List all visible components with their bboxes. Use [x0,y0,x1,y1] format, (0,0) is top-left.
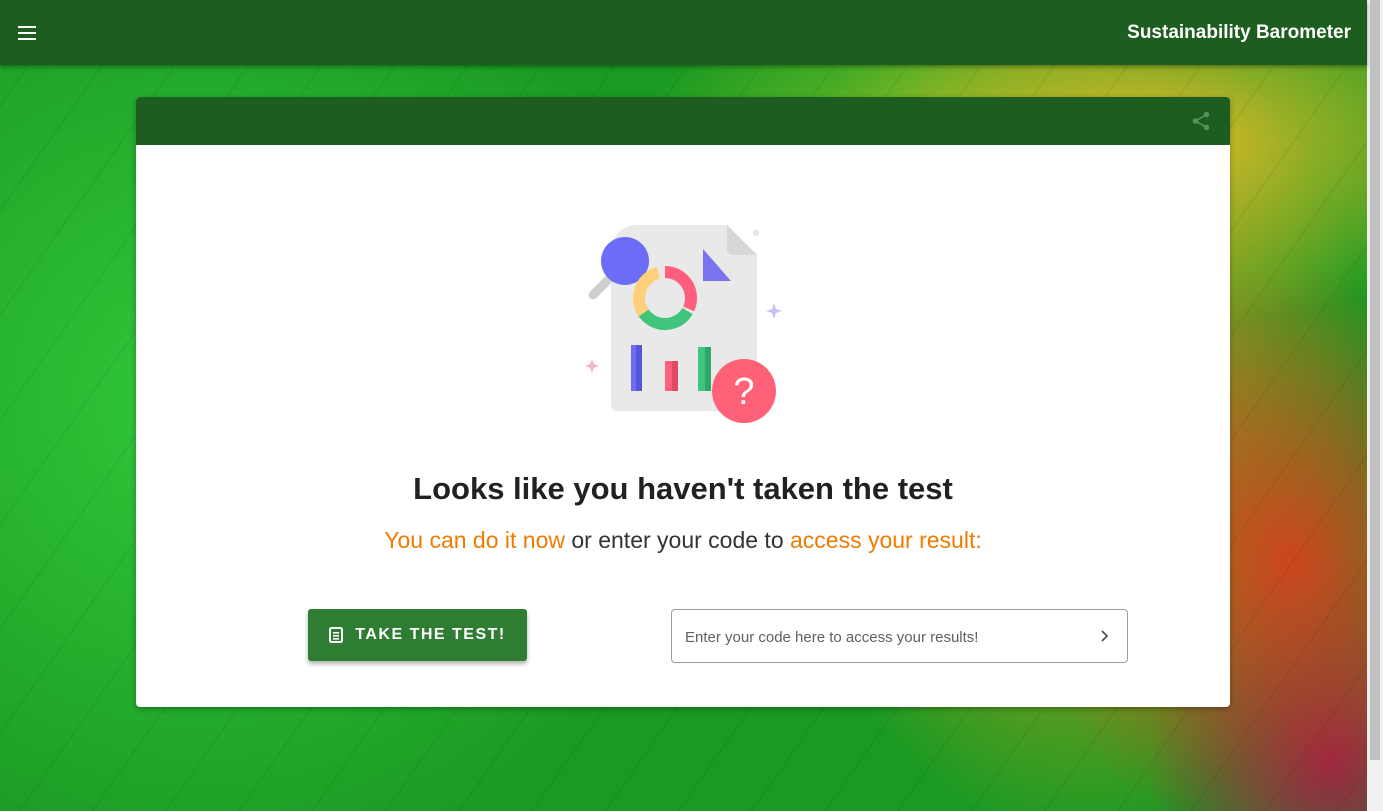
enter-code-text: or enter your code to [564,527,790,553]
scrollbar[interactable] [1367,0,1383,811]
code-input[interactable] [683,610,1087,664]
svg-text:?: ? [733,371,754,413]
code-field [671,609,1128,664]
instruction-text: You can do it now or enter your code to … [136,527,1230,554]
menu-icon [18,25,36,40]
page-title: Looks like you haven't taken the test [413,471,953,506]
scrollbar-thumb[interactable] [1370,0,1380,760]
take-test-button[interactable]: TAKE THE TEST! [308,609,527,661]
report-question-illustration: ? [585,224,781,423]
result-card: ? Looks like you haven't taken the test … [136,97,1230,707]
do-it-now-text: You can do it now [384,527,565,553]
card-header [136,97,1230,145]
app-title: Sustainability Barometer [1127,21,1351,43]
access-result-text: access your result: [790,527,982,553]
menu-button[interactable] [2,0,52,65]
chevron-right-icon[interactable] [1097,628,1113,644]
app-bar: Sustainability Barometer [0,0,1367,65]
document-icon [329,627,344,643]
take-test-label: TAKE THE TEST! [355,626,506,643]
share-icon[interactable] [1190,110,1212,132]
